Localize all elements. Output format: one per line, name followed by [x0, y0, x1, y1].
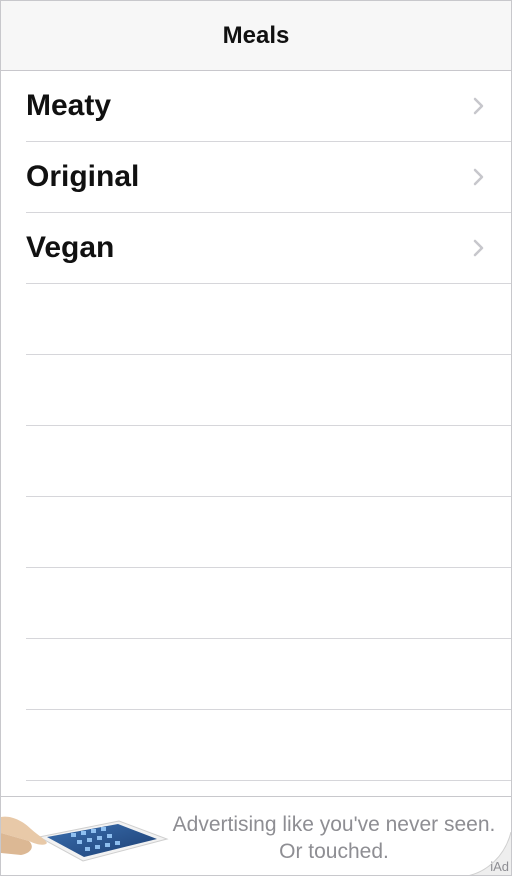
app-screen: Meals Meaty Original Vegan Advertising l… — [0, 0, 512, 876]
empty-row — [26, 568, 511, 639]
iad-banner[interactable]: Advertising like you've never seen. Or t… — [1, 796, 511, 875]
empty-row — [26, 497, 511, 568]
ad-text: Advertising like you've never seen. Or t… — [167, 811, 501, 865]
iad-badge: iAd — [490, 859, 509, 874]
empty-row — [26, 426, 511, 497]
navigation-bar: Meals — [1, 1, 511, 71]
nav-title: Meals — [222, 21, 290, 49]
chevron-right-icon — [473, 168, 484, 186]
row-label: Meaty — [26, 89, 112, 122]
ad-line-1: Advertising like you've never seen. — [172, 813, 496, 836]
ad-line-2: Or touched. — [279, 840, 389, 863]
empty-row — [26, 284, 511, 355]
chevron-right-icon — [473, 239, 484, 257]
table-row-vegan[interactable]: Vegan — [26, 213, 511, 284]
empty-row — [26, 355, 511, 426]
row-label: Original — [26, 160, 140, 193]
meals-table: Meaty Original Vegan — [1, 71, 511, 795]
table-row-original[interactable]: Original — [26, 142, 511, 213]
empty-row — [26, 710, 511, 781]
row-label: Vegan — [26, 231, 115, 264]
empty-row — [26, 639, 511, 710]
table-row-meaty[interactable]: Meaty — [26, 71, 511, 142]
chevron-right-icon — [473, 97, 484, 115]
ipad-image — [1, 816, 169, 862]
